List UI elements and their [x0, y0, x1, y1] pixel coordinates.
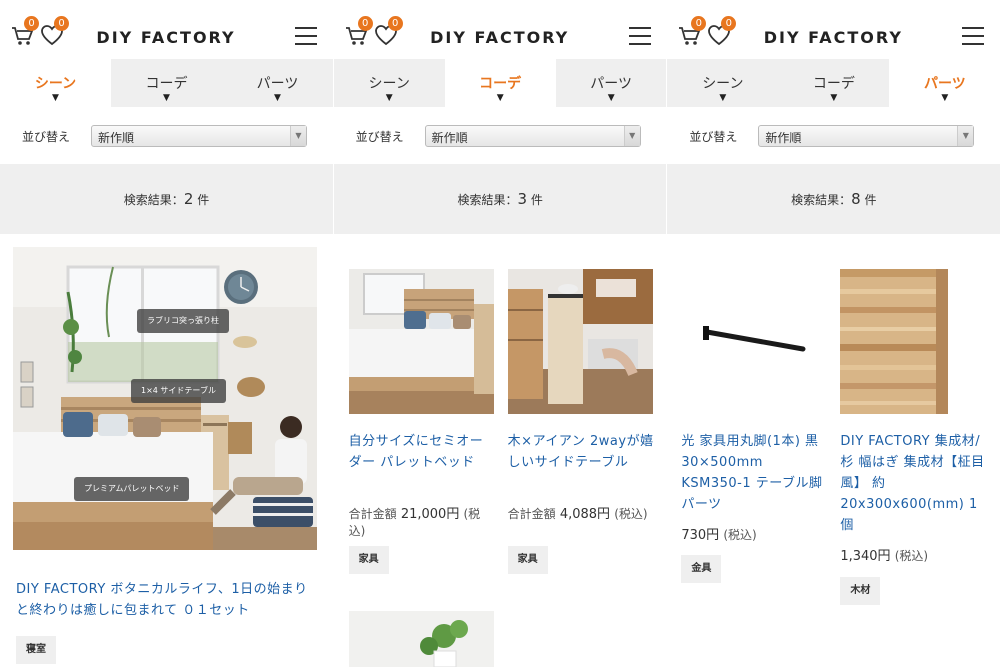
- logo[interactable]: DIY FACTORY: [763, 28, 903, 47]
- chevron-down-icon: ▼: [607, 93, 615, 103]
- select-chevron-icon: ▼: [290, 126, 306, 146]
- sort-label: 並び替え: [355, 130, 404, 144]
- sort-row: 並び替え 新作順 ▼: [667, 125, 1000, 147]
- logo[interactable]: DIY FACTORY: [430, 28, 570, 47]
- chevron-down-icon: ▼: [941, 93, 949, 103]
- sort-label: 並び替え: [689, 130, 738, 144]
- tab-scene[interactable]: シーン ▼: [333, 59, 445, 107]
- product-title[interactable]: DIY FACTORY 集成材/杉 幅はぎ 集成材【柾目風】 約20x300x6…: [840, 431, 990, 536]
- hotspot-pallet-bed[interactable]: プレミアムパレットベッド: [74, 477, 190, 501]
- sort-row: 並び替え 新作順 ▼: [334, 125, 667, 147]
- hotspot-tension-pillar[interactable]: ラブリコ突っ張り柱: [137, 309, 229, 333]
- product-title[interactable]: 光 家具用丸脚(1本) 黒 30×500mm KSM350-1 テーブル脚 パー…: [681, 431, 835, 515]
- category-tag[interactable]: 金具: [681, 555, 722, 583]
- favorite-count-badge: 0: [387, 16, 403, 31]
- hotspot-side-table[interactable]: 1×4 サイドテーブル: [131, 379, 226, 403]
- tab-coordinate[interactable]: コーデ ▼: [444, 59, 556, 107]
- search-results-count: 検索結果：3 件: [333, 164, 667, 234]
- chevron-down-icon: ▼: [52, 93, 59, 103]
- cart-count-badge: 0: [24, 16, 39, 31]
- category-tag[interactable]: 木材: [840, 577, 881, 605]
- product-image-side-table[interactable]: [507, 269, 653, 414]
- product-image-wood-board[interactable]: [840, 269, 949, 414]
- sort-row: 並び替え 新作順 ▼: [0, 125, 333, 147]
- scene-title[interactable]: DIY FACTORY ボタニカルライフ、1日の始まりと終わりは癒しに包まれて …: [16, 579, 316, 621]
- screen-scene: 0 0 DIY FACTORY シーン ▼ コーデ ▼ パーツ ▼ 並び替え 新…: [0, 0, 333, 667]
- favorite-count-badge: 0: [54, 16, 69, 31]
- product-title[interactable]: 木×アイアン 2wayが嬉しいサイドテーブル: [508, 431, 658, 473]
- header: 0 0 DIY FACTORY: [334, 0, 667, 60]
- header: 0 0 DIY FACTORY: [667, 0, 1000, 60]
- chevron-down-icon: ▼: [830, 93, 838, 103]
- logo[interactable]: DIY FACTORY: [96, 28, 236, 47]
- select-chevron-icon: ▼: [957, 126, 974, 146]
- hamburger-menu-icon[interactable]: [628, 27, 651, 45]
- hamburger-menu-icon[interactable]: [295, 27, 317, 45]
- chevron-down-icon: ▼: [385, 93, 393, 103]
- product-price: 合計金額 4,088円 (税込): [507, 507, 648, 522]
- tab-coordinate[interactable]: コーデ ▼: [778, 59, 890, 107]
- chevron-down-icon: ▼: [274, 93, 281, 103]
- product-image-plant[interactable]: [348, 611, 494, 667]
- sort-select[interactable]: 新作順 ▼: [758, 125, 975, 147]
- chevron-down-icon: ▼: [719, 93, 727, 103]
- cart-count-badge: 0: [691, 16, 707, 31]
- category-tabs: シーン ▼ コーデ ▼ パーツ ▼: [667, 59, 1000, 107]
- product-price: 合計金額 21,000円 (税込): [348, 507, 481, 538]
- sort-select[interactable]: 新作順 ▼: [91, 125, 307, 147]
- category-tag[interactable]: 家具: [348, 546, 389, 574]
- header: 0 0 DIY FACTORY: [0, 0, 333, 60]
- product-title[interactable]: 自分サイズにセミオーダー パレットベッド: [349, 431, 489, 473]
- cart-count-badge: 0: [357, 16, 373, 31]
- category-tabs: シーン ▼ コーデ ▼ パーツ ▼: [0, 59, 333, 107]
- category-tag[interactable]: 家具: [507, 546, 548, 574]
- tab-coordinate[interactable]: コーデ ▼: [111, 59, 222, 107]
- search-results-count: 検索結果：2 件: [0, 164, 333, 234]
- product-price: 730円 (税込): [681, 528, 757, 543]
- chevron-down-icon: ▼: [496, 93, 504, 103]
- favorite-count-badge: 0: [721, 16, 737, 31]
- select-chevron-icon: ▼: [623, 126, 640, 146]
- product-image-pallet-bed[interactable]: [348, 269, 494, 414]
- hamburger-menu-icon[interactable]: [962, 27, 985, 45]
- tab-parts[interactable]: パーツ ▼: [889, 59, 1000, 107]
- chevron-down-icon: ▼: [163, 93, 170, 103]
- product-image-table-leg[interactable]: [681, 269, 827, 414]
- screen-coordinate: 0 0 DIY FACTORY シーン ▼ コーデ ▼ パーツ ▼ 並び替え 新…: [333, 0, 667, 667]
- sort-select[interactable]: 新作順 ▼: [424, 125, 641, 147]
- category-tag[interactable]: 寝室: [16, 636, 56, 664]
- screen-parts: 0 0 DIY FACTORY シーン ▼ コーデ ▼ パーツ ▼ 並び替え 新…: [667, 0, 1000, 667]
- sort-label: 並び替え: [22, 130, 71, 144]
- category-tabs: シーン ▼ コーデ ▼ パーツ ▼: [333, 59, 667, 107]
- search-results-count: 検索結果：8 件: [667, 164, 1000, 234]
- scene-photo[interactable]: ラブリコ突っ張り柱 1×4 サイドテーブル プレミアムパレットベッド: [13, 247, 317, 550]
- tab-scene[interactable]: シーン ▼: [0, 59, 111, 107]
- tab-parts[interactable]: パーツ ▼: [222, 59, 333, 107]
- product-price: 1,340円 (税込): [840, 549, 929, 564]
- app-screens: 0 0 DIY FACTORY シーン ▼ コーデ ▼ パーツ ▼ 並び替え 新…: [0, 0, 1000, 667]
- tab-parts[interactable]: パーツ ▼: [555, 59, 667, 107]
- tab-scene[interactable]: シーン ▼: [667, 59, 779, 107]
